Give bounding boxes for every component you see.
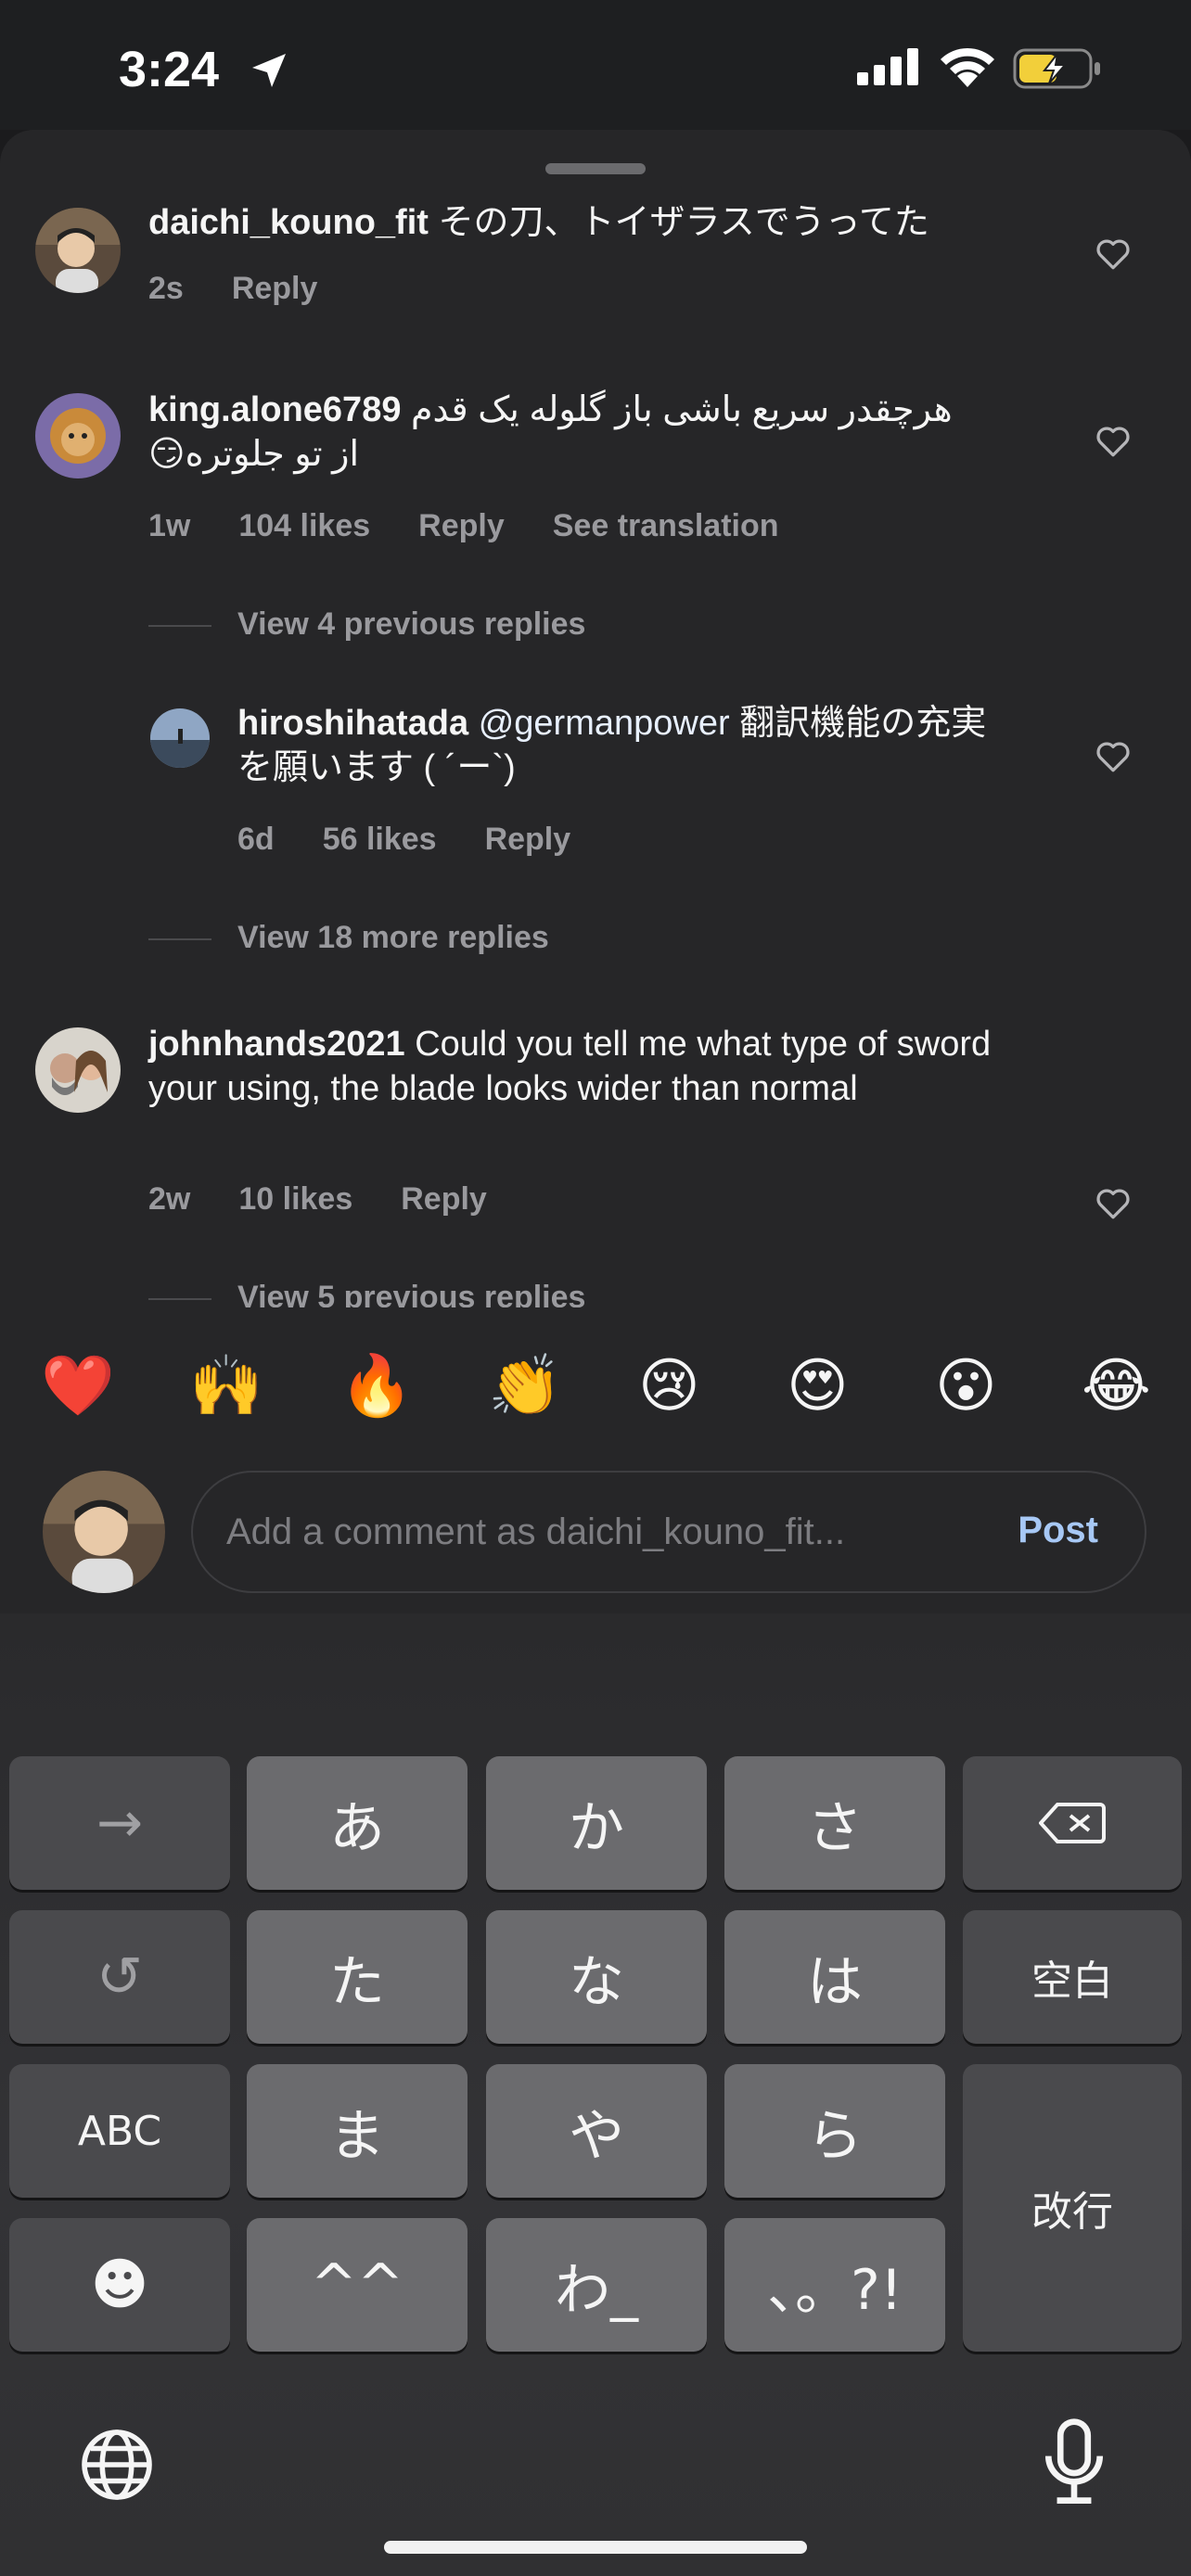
key-a[interactable]: あ	[247, 1756, 467, 1890]
emoji-button[interactable]: 👏	[488, 1345, 562, 1428]
emoji-button[interactable]: 🔥	[339, 1345, 414, 1428]
comment-text: daichi_kouno_fit その刀、トイザラスでうってた	[148, 200, 1057, 245]
key-ma[interactable]: ま	[247, 2064, 467, 2198]
microphone-icon[interactable]	[1043, 2418, 1106, 2507]
my-avatar[interactable]	[43, 1471, 165, 1593]
thread-line	[148, 1298, 211, 1300]
comment-username[interactable]: daichi_kouno_fit	[148, 203, 429, 242]
view-more-replies[interactable]: View 18 more replies	[237, 920, 549, 956]
key-wa[interactable]: わ_	[486, 2218, 707, 2352]
comment-meta: 2w 10 likes Reply	[148, 1181, 487, 1218]
reply-username[interactable]: hiroshihatada	[237, 704, 468, 743]
emoji-button[interactable]: ❤️	[41, 1345, 115, 1428]
emoji-button[interactable]: 😂	[1082, 1345, 1151, 1428]
comment-text: king.alone6789 هرچقدر سریع باشی باز گلول…	[148, 388, 983, 477]
status-time: 3:24	[119, 42, 220, 97]
home-indicator[interactable]	[384, 2541, 807, 2554]
comment-age: 2w	[148, 1181, 191, 1217]
status-bar: 3:24	[0, 0, 1191, 130]
emoji-button[interactable]: 🙌	[189, 1345, 263, 1428]
comment-box[interactable]: Post	[191, 1471, 1146, 1593]
emoji-key[interactable]: ☻	[9, 2218, 230, 2352]
key-ra[interactable]: ら	[724, 2064, 945, 2198]
signal-icon	[857, 48, 918, 85]
reply-mention[interactable]: @germanpower	[479, 704, 730, 743]
heart-icon[interactable]	[1095, 237, 1132, 271]
reply-button[interactable]: Reply	[232, 271, 318, 307]
emoji-quick-row: ❤️ 🙌 🔥 👏 😢 😍 😮 😂	[0, 1345, 1191, 1428]
comment-composer-bar: ❤️ 🙌 🔥 👏 😢 😍 😮 😂 Post	[0, 1307, 1191, 1613]
comment-meta: 2s Reply	[148, 271, 317, 307]
sheet-grabber[interactable]	[545, 163, 646, 174]
likes-count[interactable]: 104 likes	[238, 508, 370, 544]
key-ya[interactable]: や	[486, 2064, 707, 2198]
reply-meta: 6d 56 likes Reply	[237, 822, 570, 858]
delete-icon	[1039, 1803, 1106, 1843]
comment-username[interactable]: johnhands2021	[148, 1025, 405, 1064]
delete-key[interactable]	[963, 1756, 1182, 1890]
emoji-button[interactable]: 😍	[787, 1345, 849, 1428]
likes-count[interactable]: 56 likes	[323, 822, 437, 858]
comment-age: 2s	[148, 271, 184, 306]
avatar[interactable]	[35, 393, 121, 478]
heart-icon[interactable]	[1095, 740, 1132, 773]
see-translation-button[interactable]: See translation	[553, 508, 779, 544]
comment-age: 1w	[148, 508, 191, 543]
thread-line	[148, 625, 211, 627]
heart-icon[interactable]	[1095, 1187, 1132, 1220]
reply-button[interactable]: Reply	[401, 1181, 487, 1218]
key-undo[interactable]: ↺	[9, 1910, 230, 2044]
emoji-button[interactable]: 😢	[638, 1345, 700, 1428]
wifi-icon	[941, 47, 994, 87]
view-previous-replies[interactable]: View 4 previous replies	[237, 606, 585, 643]
reply-button[interactable]: Reply	[418, 508, 505, 544]
abc-key[interactable]: ABC	[9, 2064, 230, 2198]
avatar[interactable]	[35, 208, 121, 293]
globe-icon[interactable]	[78, 2426, 156, 2504]
likes-count[interactable]: 10 likes	[238, 1181, 352, 1218]
comment-meta: 1w 104 likes Reply See translation	[148, 508, 779, 544]
emoji-button[interactable]: 😮	[935, 1345, 997, 1428]
key-next[interactable]: →	[9, 1756, 230, 1890]
comment-username[interactable]: king.alone6789	[148, 390, 401, 429]
key-ta[interactable]: た	[247, 1910, 467, 2044]
reply-button[interactable]: Reply	[485, 822, 571, 858]
comment-text: johnhands2021 Could you tell me what typ…	[148, 1022, 1057, 1111]
thread-line	[148, 938, 211, 940]
battery-charging-icon	[1013, 48, 1100, 89]
comment-body: その刀、トイザラスでうってた	[428, 203, 929, 242]
reply-text: hiroshihatada @germanpower 翻訳機能の充実を願います …	[237, 701, 1017, 790]
avatar[interactable]	[35, 1027, 121, 1113]
space-key[interactable]: 空白	[963, 1910, 1182, 2044]
key-kaomoji[interactable]: ^^	[247, 2218, 467, 2352]
post-button[interactable]: Post	[1018, 1510, 1098, 1551]
key-punctuation[interactable]: 、。?!	[724, 2218, 945, 2352]
key-sa[interactable]: さ	[724, 1756, 945, 1890]
return-key[interactable]: 改行	[963, 2064, 1182, 2352]
location-arrow-icon	[252, 54, 286, 87]
reply-age: 6d	[237, 822, 275, 857]
key-na[interactable]: な	[486, 1910, 707, 2044]
heart-icon[interactable]	[1095, 425, 1132, 458]
key-ka[interactable]: か	[486, 1756, 707, 1890]
key-ha[interactable]: は	[724, 1910, 945, 2044]
avatar[interactable]	[150, 708, 210, 768]
comment-input[interactable]	[226, 1473, 987, 1591]
